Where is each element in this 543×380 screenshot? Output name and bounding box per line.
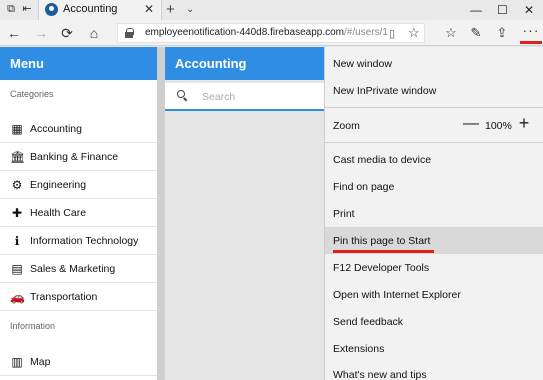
sidebar-item-engineering[interactable]: ⚙ Engineering bbox=[0, 171, 157, 199]
back-button[interactable]: ← bbox=[6, 24, 22, 42]
url-text[interactable]: employeenotification-440d8.firebaseapp.c… bbox=[145, 27, 388, 38]
tab-bar: ⧉ ⇤ Accounting ✕ + ⌄ — ☐ ✕ bbox=[0, 0, 543, 20]
tab-title: Accounting bbox=[63, 3, 118, 15]
favorites-hub-icon[interactable]: ☆ bbox=[443, 24, 459, 42]
more-actions-menu: New window New InPrivate window Zoom — 1… bbox=[324, 47, 543, 380]
sidebar-scrollbar[interactable] bbox=[157, 47, 165, 380]
forward-button[interactable]: → bbox=[33, 24, 49, 42]
more-button-underline bbox=[520, 41, 542, 44]
sidebar-item-label: Accounting bbox=[30, 123, 82, 135]
tabs-aside-icon[interactable]: ⇤ bbox=[20, 2, 34, 16]
home-button[interactable]: ⌂ bbox=[86, 24, 102, 42]
menu-item-label: Extensions bbox=[333, 343, 385, 355]
information-heading: Information bbox=[10, 321, 56, 331]
menu-item-label: Cast media to device bbox=[333, 154, 432, 166]
tab-close-icon[interactable]: ✕ bbox=[144, 2, 154, 16]
menu-divider bbox=[325, 142, 543, 143]
zoom-in-button[interactable]: + bbox=[516, 114, 532, 132]
menu-item-label: Find on page bbox=[333, 181, 395, 193]
gear-icon: ⚙ bbox=[11, 178, 23, 192]
sidebar-item-label: Map bbox=[30, 356, 51, 368]
sidebar-item-label: Engineering bbox=[30, 179, 87, 191]
zoom-level: 100% bbox=[485, 120, 512, 132]
menu-item-label: Send feedback bbox=[333, 316, 404, 328]
sidebar-title: Menu bbox=[10, 56, 44, 71]
map-icon: ▥ bbox=[11, 355, 23, 369]
sidebar-item-label: Information Technology bbox=[30, 235, 139, 247]
menu-item-extensions[interactable]: Extensions bbox=[325, 335, 543, 362]
info-icon: ℹ bbox=[14, 234, 20, 248]
menu-item-whats-new[interactable]: What's new and tips bbox=[325, 361, 543, 380]
maximize-button[interactable]: ☐ bbox=[497, 0, 508, 20]
menu-item-label: New window bbox=[333, 58, 392, 70]
menu-item-label: Print bbox=[333, 208, 355, 220]
menu-item-label: Open with Internet Explorer bbox=[333, 289, 461, 301]
sidebar-item-accounting[interactable]: ▦ Accounting bbox=[0, 115, 157, 143]
reading-view-icon[interactable]: ▯ bbox=[389, 27, 395, 40]
sidebar: Menu Categories ▦ Accounting 🏛 Banking &… bbox=[0, 47, 157, 380]
new-tab-button[interactable]: + bbox=[166, 0, 175, 20]
sidebar-item-sales-marketing[interactable]: ▤ Sales & Marketing bbox=[0, 255, 157, 283]
web-note-pen-icon[interactable]: ✎ bbox=[468, 24, 484, 42]
lock-icon bbox=[125, 28, 134, 38]
menu-item-open-with-ie[interactable]: Open with Internet Explorer bbox=[325, 281, 543, 308]
menu-divider bbox=[325, 107, 543, 108]
money-icon: ▤ bbox=[11, 262, 23, 276]
sidebar-item-label: Transportation bbox=[30, 291, 98, 303]
search-icon bbox=[177, 90, 187, 100]
menu-item-print[interactable]: Print bbox=[325, 200, 543, 227]
zoom-label: Zoom bbox=[333, 120, 360, 132]
sidebar-item-label: Sales & Marketing bbox=[30, 263, 116, 275]
sidebar-item-label: Health Care bbox=[30, 207, 87, 219]
menu-item-cast-media[interactable]: Cast media to device bbox=[325, 146, 543, 173]
sidebar-item-map[interactable]: ▥ Map bbox=[0, 348, 157, 376]
refresh-button[interactable]: ⟳ bbox=[59, 24, 75, 42]
search-placeholder: Search bbox=[202, 91, 236, 103]
sidebar-item-information-technology[interactable]: ℹ Information Technology bbox=[0, 227, 157, 255]
main-header: Accounting bbox=[165, 47, 325, 80]
close-window-button[interactable]: ✕ bbox=[524, 0, 534, 20]
search-input[interactable]: Search bbox=[165, 83, 325, 111]
menu-item-send-feedback[interactable]: Send feedback bbox=[325, 308, 543, 335]
menu-item-label: Pin this page to Start bbox=[333, 235, 431, 247]
menu-item-label: F12 Developer Tools bbox=[333, 262, 430, 274]
menu-item-new-window[interactable]: New window bbox=[325, 50, 543, 77]
menu-item-new-inprivate-window[interactable]: New InPrivate window bbox=[325, 77, 543, 104]
address-bar[interactable]: employeenotification-440d8.firebaseapp.c… bbox=[117, 23, 425, 43]
zoom-out-button[interactable]: — bbox=[463, 116, 479, 132]
car-icon: 🚗 bbox=[10, 290, 25, 304]
medkit-icon: ✚ bbox=[11, 206, 23, 220]
bank-icon: 🏛 bbox=[10, 150, 26, 164]
menu-item-zoom: Zoom — 100% + bbox=[325, 112, 543, 139]
minimize-button[interactable]: — bbox=[470, 0, 482, 20]
menu-item-label: What's new and tips bbox=[333, 369, 427, 380]
categories-heading: Categories bbox=[10, 89, 54, 99]
url-path: /#/users/1 bbox=[344, 27, 388, 38]
favorite-star-icon[interactable]: ☆ bbox=[408, 25, 420, 41]
tab-accounting[interactable]: Accounting ✕ bbox=[38, 0, 162, 20]
menu-item-label: New InPrivate window bbox=[333, 85, 437, 97]
sidebar-item-health-care[interactable]: ✚ Health Care bbox=[0, 199, 157, 227]
sidebar-header: Menu bbox=[0, 47, 157, 80]
calculator-icon: ▦ bbox=[11, 122, 23, 136]
sidebar-item-label: Banking & Finance bbox=[30, 151, 119, 163]
tab-preview-icon[interactable]: ⧉ bbox=[4, 2, 18, 16]
page-title: Accounting bbox=[175, 56, 247, 71]
menu-item-find-on-page[interactable]: Find on page bbox=[325, 173, 543, 200]
site-favicon-icon bbox=[45, 3, 58, 16]
navigation-bar: ← → ⟳ ⌂ employeenotification-440d8.fireb… bbox=[0, 20, 543, 46]
share-icon[interactable]: ⇪ bbox=[494, 24, 510, 42]
pin-item-underline bbox=[333, 250, 434, 253]
url-host: employeenotification-440d8.firebaseapp.c… bbox=[145, 27, 345, 38]
tab-list-chevron-icon[interactable]: ⌄ bbox=[186, 1, 194, 19]
menu-item-f12-developer-tools[interactable]: F12 Developer Tools bbox=[325, 254, 543, 281]
sidebar-item-transportation[interactable]: 🚗 Transportation bbox=[0, 283, 157, 311]
sidebar-item-banking-finance[interactable]: 🏛 Banking & Finance bbox=[0, 143, 157, 171]
